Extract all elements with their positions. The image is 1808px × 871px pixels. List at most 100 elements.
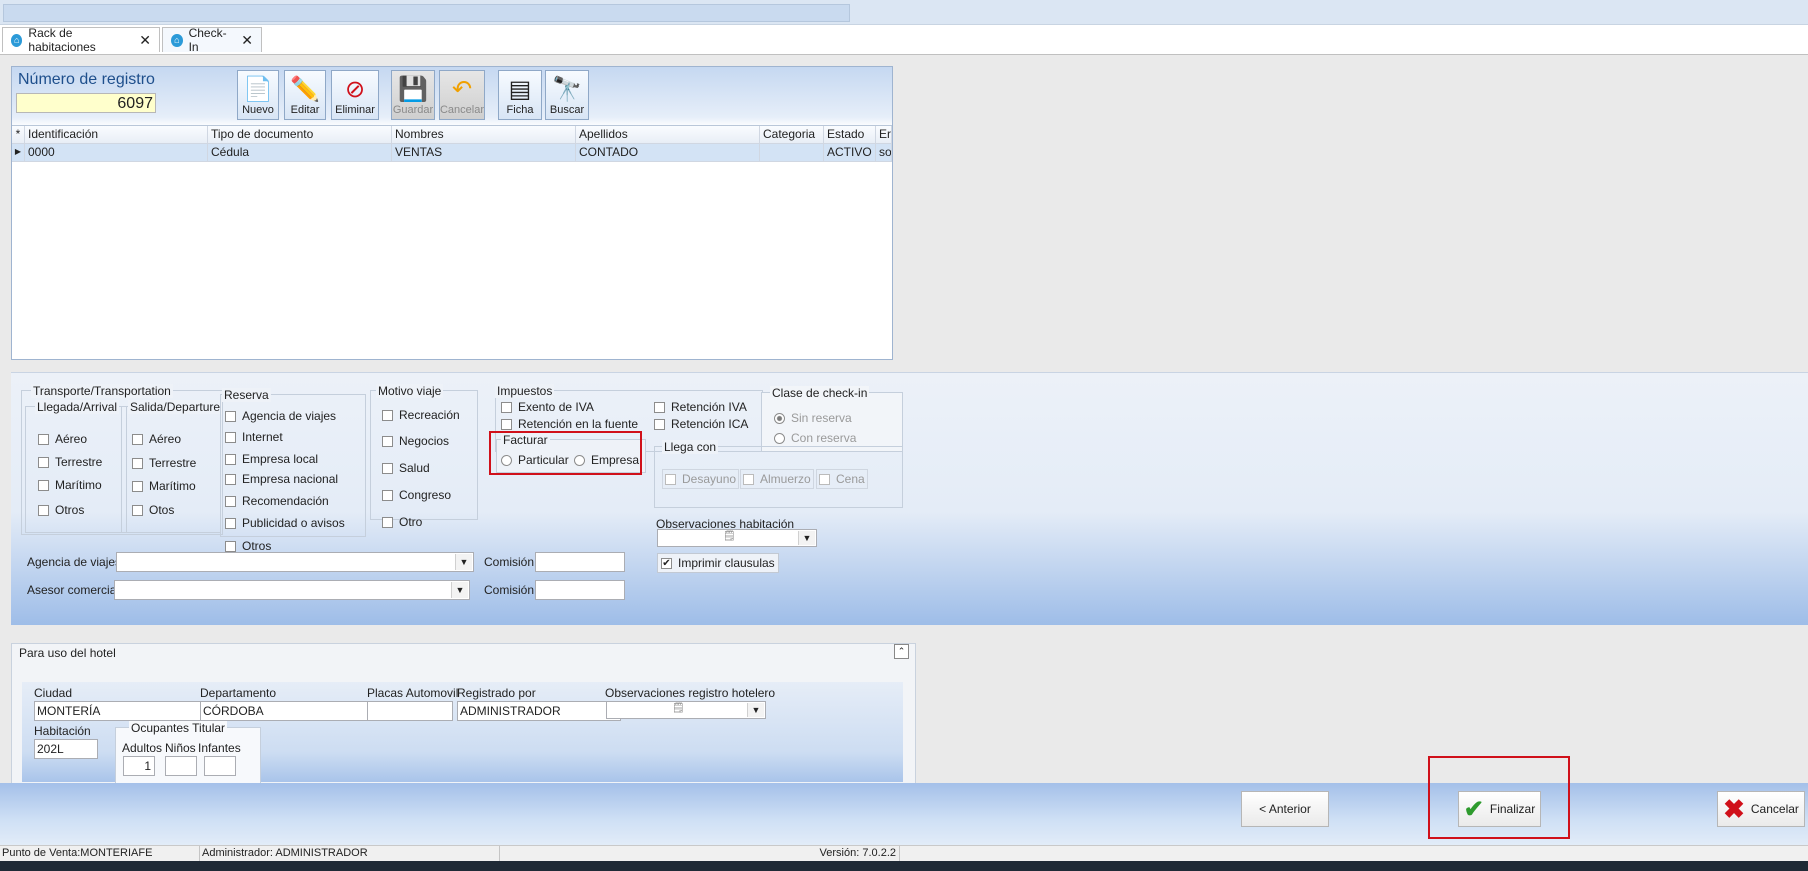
llegada-maritimo[interactable]: Marítimo (38, 478, 102, 492)
tab-label: Check-In (188, 26, 227, 54)
reserva-recomendacion[interactable]: Recomendación (225, 494, 329, 508)
reserva-empresa-nacional[interactable]: Empresa nacional (225, 472, 338, 486)
reserva-internet[interactable]: Internet (225, 430, 283, 444)
obs-registro-combo[interactable]: 🗒 ▼ (606, 701, 766, 719)
nuevo-button[interactable]: 📄 Nuevo (237, 70, 279, 120)
reserva-otros[interactable]: Otros (225, 539, 271, 553)
reserva-empresa-local[interactable]: Empresa local (225, 452, 318, 466)
punto-venta-status: Punto de Venta:MONTERIAFE (0, 846, 200, 862)
col-header[interactable]: Identificación (25, 126, 208, 143)
guardar-button[interactable]: 💾 Guardar (391, 70, 435, 120)
ninos-input[interactable] (165, 756, 197, 776)
clase-checkin-title: Clase de check-in (770, 386, 870, 400)
placas-input[interactable] (367, 701, 453, 721)
adultos-input[interactable]: 1 (123, 756, 155, 776)
buscar-button[interactable]: 🔭 Buscar (545, 70, 589, 120)
collapse-icon[interactable]: ⌃ (894, 644, 909, 659)
almuerzo-checkbox[interactable]: Almuerzo (740, 469, 814, 489)
tab-check-in[interactable]: ⌂ Check-In ✕ (162, 26, 262, 54)
version-status: Versión: 7.0.2.2 (500, 846, 900, 862)
salida-maritimo[interactable]: Marítimo (132, 479, 196, 493)
motivo-salud[interactable]: Salud (382, 461, 430, 475)
table-row[interactable]: ▶ 0000 Cédula VENTAS CONTADO ACTIVO so (12, 144, 892, 162)
comision-asesor-input[interactable] (535, 580, 625, 600)
registro-label: Número de registro (18, 71, 155, 88)
habitacion-input[interactable]: 202L (34, 739, 98, 759)
chevron-down-icon[interactable]: ▼ (747, 703, 764, 717)
note-icon: 🗒 (672, 703, 685, 714)
salida-aereo[interactable]: Aéreo (132, 432, 181, 446)
departamento-input[interactable]: CÓRDOBA (200, 701, 383, 721)
finalizar-highlight (1428, 756, 1570, 839)
exento-iva-checkbox[interactable]: Exento de IVA (501, 400, 594, 414)
administrador-status: Administrador: ADMINISTRADOR (200, 846, 500, 862)
anterior-button[interactable]: < Anterior (1241, 791, 1329, 827)
chevron-down-icon[interactable]: ▼ (455, 554, 472, 570)
registrado-por-label: Registrado por (457, 686, 536, 700)
col-header[interactable]: Tipo de documento (208, 126, 392, 143)
desayuno-checkbox[interactable]: Desayuno (662, 469, 740, 489)
cancelar-toolbar-button[interactable]: ↶ Cancelar (439, 70, 485, 120)
infantes-input[interactable] (204, 756, 236, 776)
salida-terrestre[interactable]: Terrestre (132, 456, 196, 470)
col-header[interactable]: Nombres (392, 126, 576, 143)
impuestos-title: Impuestos (495, 384, 555, 398)
taskbar (0, 861, 1808, 871)
motivo-otro[interactable]: Otro (382, 515, 422, 529)
ciudad-label: Ciudad (34, 686, 73, 700)
tab-bar: ⌂ Rack de habitaciones ✕ ⌂ Check-In ✕ (0, 25, 1808, 55)
close-icon[interactable]: ✕ (241, 32, 253, 49)
chevron-down-icon[interactable]: ▼ (798, 531, 815, 545)
retencion-fuente-checkbox[interactable]: Retención en la fuente (501, 417, 638, 431)
chevron-down-icon[interactable]: ▼ (451, 582, 468, 598)
registrado-por-input[interactable]: ADMINISTRADOR (457, 701, 621, 721)
agencia-viajes-combo[interactable]: ▼ (116, 552, 474, 572)
llegada-aereo[interactable]: Aéreo (38, 432, 87, 446)
ficha-button[interactable]: ▤ Ficha (498, 70, 542, 120)
llega-con-title: Llega con (662, 440, 719, 454)
con-reserva-radio[interactable]: Con reserva (774, 431, 856, 445)
col-header[interactable]: Categoria (760, 126, 824, 143)
imprimir-clausulas-checkbox[interactable]: ✔ Imprimir clausulas (657, 553, 779, 573)
cena-checkbox[interactable]: Cena (816, 469, 868, 489)
llegada-title: Llegada/Arrival (35, 400, 120, 414)
asesor-comercial-combo[interactable]: ▼ (114, 580, 470, 600)
motivo-congreso[interactable]: Congreso (382, 488, 451, 502)
asesor-comercial-label: Asesor comercial (27, 583, 120, 597)
grid-cell[interactable]: VENTAS (392, 144, 576, 161)
reserva-publicidad[interactable]: Publicidad o avisos (225, 516, 345, 530)
editar-button[interactable]: ✏️ Editar (284, 70, 326, 120)
llegada-terrestre[interactable]: Terrestre (38, 455, 102, 469)
row-pointer-icon: ▶ (12, 144, 25, 161)
grid-cell[interactable]: 0000 (25, 144, 208, 161)
comision-agencia-input[interactable] (535, 552, 625, 572)
close-icon[interactable]: ✕ (139, 32, 151, 49)
llegada-otros[interactable]: Otros (38, 503, 84, 517)
col-header[interactable]: Estado (824, 126, 876, 143)
huesped-grid: * Identificación Tipo de documento Nombr… (12, 125, 892, 162)
col-header[interactable]: Er (876, 126, 892, 143)
sin-reserva-radio[interactable]: Sin reserva (774, 411, 852, 425)
observaciones-habitacion-combo[interactable]: 🗒 ▼ (657, 529, 817, 547)
retencion-iva-checkbox[interactable]: Retención IVA (654, 400, 747, 414)
reserva-agencia-viajes[interactable]: Agencia de viajes (225, 409, 336, 423)
grid-cell[interactable]: Cédula (208, 144, 392, 161)
grid-cell[interactable]: so (876, 144, 892, 161)
salida-otos[interactable]: Otos (132, 503, 174, 517)
grid-cell[interactable]: ACTIVO (824, 144, 876, 161)
motivo-recreacion[interactable]: Recreación (382, 408, 460, 422)
motivo-negocios[interactable]: Negocios (382, 434, 449, 448)
col-header[interactable]: Apellidos (576, 126, 760, 143)
grid-cell[interactable]: CONTADO (576, 144, 760, 161)
tab-rack-habitaciones[interactable]: ⌂ Rack de habitaciones ✕ (2, 26, 160, 54)
close-icon: ✖ (1723, 793, 1745, 824)
retencion-ica-checkbox[interactable]: Retención ICA (654, 417, 748, 431)
registro-number[interactable]: 6097 (16, 93, 156, 113)
grid-cell[interactable] (760, 144, 824, 161)
delete-icon: ⊘ (344, 76, 366, 103)
undo-icon: ↶ (451, 76, 473, 103)
eliminar-button[interactable]: ⊘ Eliminar (331, 70, 379, 120)
cancelar-button[interactable]: ✖ Cancelar (1717, 791, 1805, 827)
ciudad-input[interactable]: MONTERÍA (34, 701, 217, 721)
note-icon: 🗒 (723, 531, 736, 542)
